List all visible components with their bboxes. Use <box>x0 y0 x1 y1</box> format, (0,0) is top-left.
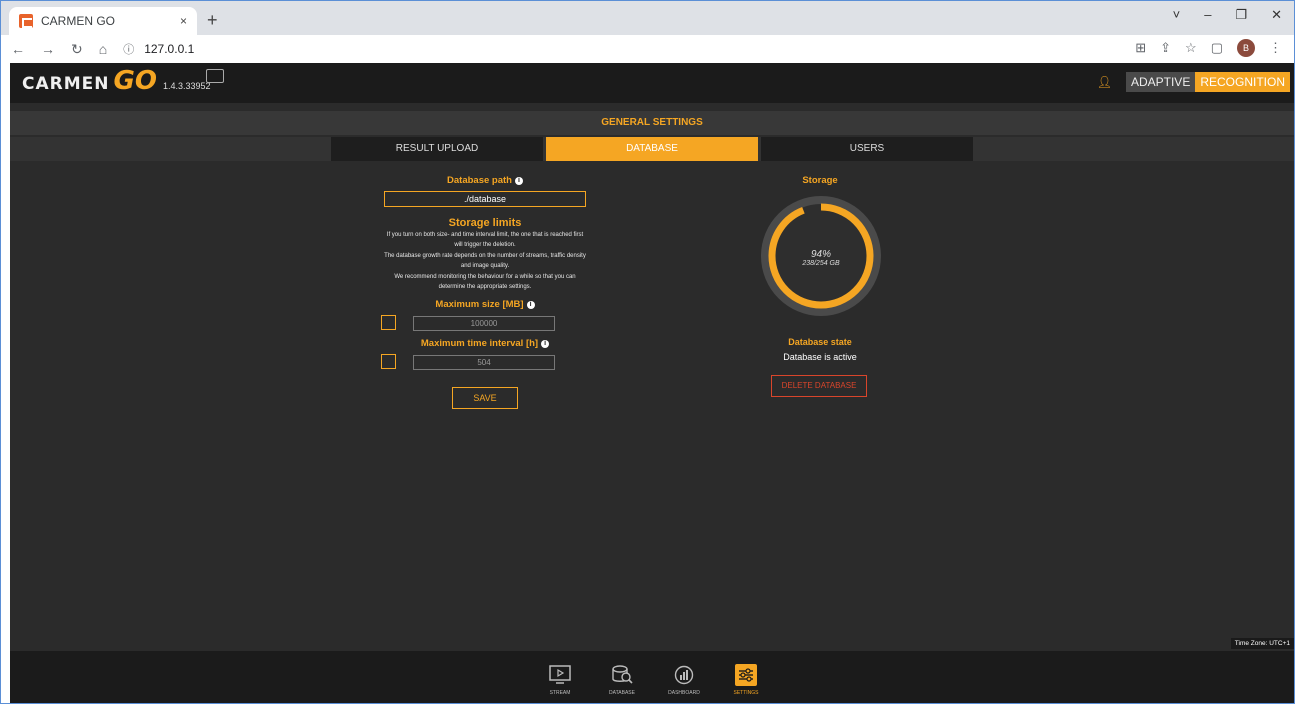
home-icon[interactable]: ⌂ <box>99 41 107 57</box>
max-time-label: Maximum time interval [h] i <box>382 338 588 349</box>
nav-settings[interactable]: SETTINGS <box>726 664 766 696</box>
database-state: Database state Database is active <box>750 337 890 362</box>
max-size-label: Maximum size [MB] i <box>382 299 588 310</box>
database-path-label-text: Database path <box>447 175 512 186</box>
chat-icon[interactable] <box>206 69 224 83</box>
new-tab-button[interactable]: + <box>207 10 218 31</box>
dashboard-chart-icon <box>673 665 695 685</box>
max-time-label-text: Maximum time interval [h] <box>420 338 539 349</box>
user-icon[interactable]: 👤︎ <box>1097 75 1112 89</box>
tab-result-upload[interactable]: RESULT UPLOAD <box>331 137 543 161</box>
profile-avatar[interactable]: B <box>1237 39 1255 57</box>
info-icon[interactable]: i <box>514 177 523 185</box>
nav-stream[interactable]: STREAM <box>540 665 580 696</box>
brand-area: 👤︎ ADAPTIVE RECOGNITION <box>1097 72 1290 92</box>
carmen-go-logo: CARMEN GO 1.4.3.33952 <box>22 66 211 96</box>
database-state-title: Database state <box>788 337 852 347</box>
nav-dashboard-label: DASHBOARD <box>668 690 700 696</box>
reload-icon[interactable]: ↻ <box>71 41 83 58</box>
info-icon[interactable]: i <box>526 301 535 309</box>
close-window-button[interactable]: ✕ <box>1271 7 1282 23</box>
max-size-label-text: Maximum size [MB] <box>435 299 524 310</box>
carmen-favicon-icon <box>19 14 33 28</box>
brand-recognition: RECOGNITION <box>1195 72 1290 92</box>
logo-text: CARMEN <box>22 74 110 94</box>
max-size-input[interactable]: 100000 <box>413 316 555 331</box>
nav-dashboard[interactable]: DASHBOARD <box>664 665 704 696</box>
nav-settings-label: SETTINGS <box>733 690 759 696</box>
tab-search-icon[interactable]: ˅ <box>1173 7 1181 23</box>
browser-tabstrip: CARMEN GO × + ˅ – ❐ ✕ <box>1 1 1294 35</box>
share-icon[interactable]: ⇪ <box>1160 40 1171 56</box>
address-bar[interactable]: 127.0.0.1 <box>144 42 194 56</box>
note-line: The database growth rate depends on the … <box>384 253 586 269</box>
window-controls: ˅ – ❐ ✕ <box>1173 7 1282 23</box>
database-state-value: Database is active <box>783 352 857 362</box>
logo-go: GO <box>113 66 157 96</box>
bookmark-star-icon[interactable]: ☆ <box>1185 40 1197 56</box>
max-time-checkbox[interactable] <box>381 354 396 369</box>
browser-window: CARMEN GO × + ˅ – ❐ ✕ ← → ↻ ⌂ ⓘ 127.0.0.… <box>0 0 1295 704</box>
tab-users[interactable]: USERS <box>761 137 973 161</box>
side-panel-icon[interactable]: ▢ <box>1211 40 1223 56</box>
brand-adaptive: ADAPTIVE <box>1125 72 1196 92</box>
browser-tab[interactable]: CARMEN GO × <box>9 7 197 35</box>
tab-database[interactable]: DATABASE <box>546 137 758 161</box>
max-time-input[interactable]: 504 <box>413 355 555 370</box>
storage-limits-title: Storage limits <box>448 217 522 229</box>
database-settings-panel: Database path i ./database Storage limits… <box>381 175 588 409</box>
gauge-text: 94% 238/254 GB <box>761 249 881 267</box>
storage-usage: 238/254 GB <box>802 260 840 267</box>
storage-panel: Storage 94% 238/254 GB Database state Da… <box>750 175 890 397</box>
storage-percent: 94% <box>810 249 831 260</box>
storage-title: Storage <box>802 175 838 186</box>
nav-database-label: DATABASE <box>609 690 635 696</box>
sliders-icon <box>735 664 757 686</box>
tab-close-icon[interactable]: × <box>180 14 187 28</box>
note-line: We recommend monitoring the behaviour fo… <box>394 274 576 290</box>
browser-actions: ⊞ ⇪ ☆ ▢ B ⋮ <box>1135 39 1282 57</box>
delete-database-button[interactable]: DELETE DATABASE <box>771 375 867 397</box>
version-label: 1.4.3.33952 <box>162 81 211 91</box>
back-arrow-icon[interactable]: ← <box>11 41 25 57</box>
carmen-app: CARMEN GO 1.4.3.33952 👤︎ ADAPTIVE RECOGN… <box>10 63 1294 703</box>
settings-tabs: RESULT UPLOAD DATABASE USERS <box>10 137 1294 161</box>
max-time-row: 504 <box>381 353 588 371</box>
nav-stream-label: STREAM <box>549 690 571 696</box>
storage-limits-note: If you turn on both size- and time inter… <box>382 231 588 292</box>
forward-arrow-icon[interactable]: → <box>41 41 55 57</box>
max-size-checkbox[interactable] <box>381 315 396 330</box>
maximize-button[interactable]: ❐ <box>1235 7 1247 23</box>
menu-dots-icon[interactable]: ⋮ <box>1269 40 1282 56</box>
site-info-icon[interactable]: ⓘ <box>123 41 134 57</box>
note-line: If you turn on both size- and time inter… <box>386 232 584 248</box>
app-header: CARMEN GO 1.4.3.33952 👤︎ ADAPTIVE RECOGN… <box>10 63 1294 103</box>
bottom-nav: STREAM DATABASE DASHBOARD SETTINGS <box>10 651 1294 703</box>
database-path-input[interactable]: ./database <box>384 191 586 207</box>
browser-toolbar: ← → ↻ ⌂ ⓘ 127.0.0.1 ⊞ ⇪ ☆ ▢ B ⋮ <box>1 35 1294 63</box>
play-screen-icon <box>549 665 571 685</box>
database-path-label: Database path i <box>382 175 588 186</box>
nav-database[interactable]: DATABASE <box>602 665 642 696</box>
timezone-label: Time Zone: UTC+1 <box>1230 638 1294 649</box>
minimize-button[interactable]: – <box>1204 7 1211 23</box>
translate-icon[interactable]: ⊞ <box>1135 40 1146 56</box>
info-icon[interactable]: i <box>541 340 550 348</box>
save-button[interactable]: SAVE <box>452 387 518 409</box>
browser-tab-title: CARMEN GO <box>41 14 116 28</box>
max-size-row: 100000 <box>381 314 588 332</box>
database-search-icon <box>611 665 633 685</box>
page-title: GENERAL SETTINGS <box>10 111 1294 135</box>
